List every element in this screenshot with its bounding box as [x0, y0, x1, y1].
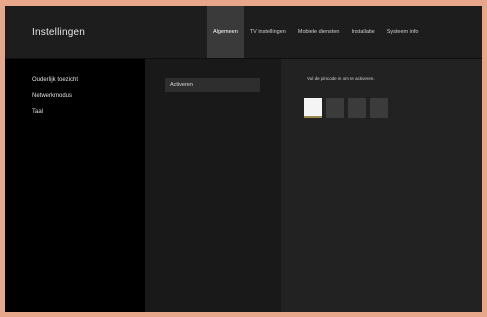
tab-installatie[interactable]: Installatie — [345, 6, 380, 58]
pin-entry — [304, 98, 388, 118]
sidebar-item-taal[interactable]: Taal — [32, 109, 43, 115]
pin-digit-2[interactable] — [326, 98, 344, 118]
pin-panel: Vul de pincode in om te activeren. — [281, 59, 482, 312]
tab-tv-instellingen[interactable]: TV instellingen — [244, 6, 292, 58]
tab-systeem-info[interactable]: Systeem info — [381, 6, 425, 58]
pin-instruction: Vul de pincode in om te activeren. — [307, 76, 375, 81]
tab-mobiele-diensten[interactable]: Mobiele diensten — [292, 6, 346, 58]
pin-digit-4[interactable] — [370, 98, 388, 118]
pin-digit-1[interactable] — [304, 98, 322, 118]
sidebar-item-ouderlijk-toezicht[interactable]: Ouderlijk toezicht — [32, 77, 78, 83]
tab-algemeen[interactable]: Algemeen — [207, 6, 244, 58]
settings-window: Instellingen Algemeen TV instellingen Mo… — [0, 0, 487, 317]
tab-bar: Algemeen TV instellingen Mobiele dienste… — [207, 6, 425, 58]
activate-button[interactable]: Activeren — [165, 78, 260, 92]
submenu-panel: Activeren — [145, 59, 281, 312]
header-bar: Instellingen Algemeen TV instellingen Mo… — [5, 6, 482, 59]
sidebar-item-netwerkmodus[interactable]: Netwerkmodus — [32, 93, 72, 99]
pin-digit-3[interactable] — [348, 98, 366, 118]
page-title: Instellingen — [32, 27, 85, 38]
sidebar: Ouderlijk toezicht Netwerkmodus Taal — [5, 59, 145, 312]
